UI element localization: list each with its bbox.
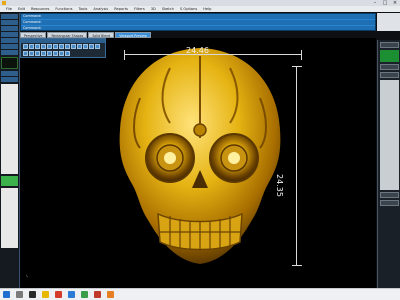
menu-help[interactable]: Help [203,7,211,11]
taskbar [0,288,400,300]
app-icon[interactable] [81,291,88,298]
properties-panel[interactable] [380,80,399,190]
skull-model [119,48,281,264]
width-dimension-tick [301,50,302,60]
toolbar-button[interactable] [23,51,28,56]
toolbar-button[interactable] [35,44,40,49]
toolbar-button[interactable] [77,44,82,49]
layer-list[interactable] [1,84,18,174]
tool-button[interactable] [1,71,18,76]
menu-filters[interactable]: Filters [134,7,145,11]
app-icon[interactable] [107,291,114,298]
width-dimension-label: 24.46 [186,46,209,55]
menu-reports[interactable]: Reports [114,7,128,11]
command-line[interactable]: Command: [21,26,375,31]
folder-icon[interactable] [42,291,49,298]
status-indicator [380,50,399,62]
toolbar-button[interactable] [47,51,52,56]
menu-edit[interactable]: Edit [18,7,25,11]
right-panel [377,40,400,288]
toolbar-button[interactable] [95,44,100,49]
app-icon[interactable] [94,291,101,298]
toolbar-button[interactable] [65,51,70,56]
app-icon[interactable] [68,291,75,298]
toolbar-button[interactable] [65,44,70,49]
floating-toolbar [20,38,106,58]
width-dimension-line [124,54,302,55]
toolbar-button[interactable] [53,51,58,56]
menu-analysis[interactable]: Analysis [93,7,108,11]
toolbar-button[interactable] [35,51,40,56]
command-panel: Command: Command: Command: [20,13,376,31]
menu-bar: File Edit Resources Functions Tools Anal… [0,6,400,12]
menu-sketch[interactable]: Sketch [162,7,174,11]
toolbar-button[interactable] [47,44,52,49]
toolbar-button[interactable] [41,44,46,49]
layer-indicator [1,176,18,186]
height-dimension-tick [292,265,302,266]
panel-button[interactable] [380,72,399,78]
tool-button[interactable] [1,14,18,19]
right-top-panel [377,13,400,31]
width-dimension-tick [124,50,125,60]
menu-resources[interactable]: Resources [31,7,49,11]
left-tool-panel [0,13,20,288]
menu-options[interactable]: S Options [180,7,197,11]
app-icon [2,1,6,5]
height-dimension-label: 24.35 [275,174,284,197]
toolbar-button[interactable] [59,44,64,49]
start-icon[interactable] [3,291,10,298]
panel-button[interactable] [380,42,399,48]
toolbar-button[interactable] [23,44,28,49]
tool-button[interactable] [1,32,18,37]
axis-indicator: ⌞ [26,272,29,278]
menu-file[interactable]: File [6,7,12,11]
menu-3d[interactable]: 3D [151,7,156,11]
task-view-icon[interactable] [29,291,36,298]
search-icon[interactable] [16,291,23,298]
toolbar-button[interactable] [29,51,34,56]
tool-button[interactable] [1,38,18,43]
height-dimension-tick [292,66,302,67]
browser-icon[interactable] [55,291,62,298]
tool-button[interactable] [1,20,18,25]
tool-button[interactable] [1,50,18,55]
toolbar-button[interactable] [59,51,64,56]
toolbar-button[interactable] [89,44,94,49]
height-dimension-line [296,66,297,266]
tool-button[interactable] [1,77,18,82]
3d-viewport[interactable]: ⌞ [20,38,376,288]
toolbar-button[interactable] [53,44,58,49]
menu-tools[interactable]: Tools [79,7,88,11]
panel-button[interactable] [380,200,399,206]
toolbar-button[interactable] [41,51,46,56]
panel-button[interactable] [380,64,399,70]
toolbar-button[interactable] [29,44,34,49]
toolbar-button[interactable] [83,44,88,49]
tool-button[interactable] [1,26,18,31]
tool-button[interactable] [1,44,18,49]
panel-button[interactable] [380,192,399,198]
toolbar-button[interactable] [71,44,76,49]
preview-icon[interactable] [1,57,18,69]
menu-functions[interactable]: Functions [55,7,72,11]
tab-viewport-preview[interactable]: Viewport Preview [115,32,151,38]
property-list[interactable] [1,188,18,248]
